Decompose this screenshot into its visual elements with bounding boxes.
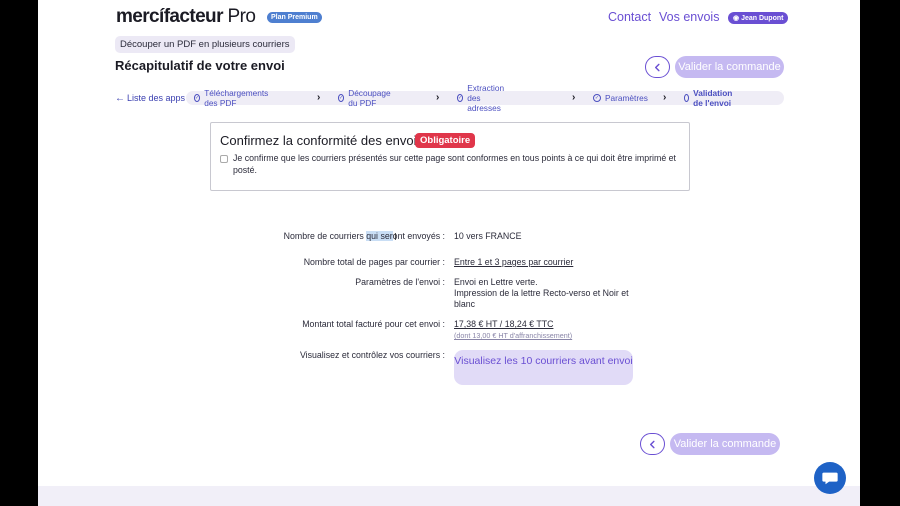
amount-postage-detail: (dont 13,00 € HT d'affranchissement) (454, 331, 573, 340)
footer-band (38, 486, 860, 506)
confirm-checkbox-label[interactable]: Je confirme que les courriers présentés … (233, 153, 683, 176)
step-label: Paramètres (605, 93, 648, 103)
arrow-left-icon: ← (115, 92, 125, 104)
text-cursor-icon: I (394, 232, 397, 243)
params-line-2: Impression de la lettre Recto-verso et N… (454, 288, 629, 309)
preview-letters-button[interactable]: Visualisez les 10 courriers avant envoi (454, 350, 633, 385)
step-validation[interactable]: Validation de l'envoi (684, 88, 735, 108)
confirm-panel: Confirmez la conformité des envois Oblig… (210, 122, 690, 191)
required-badge: Obligatoire (415, 133, 476, 148)
confirm-title: Confirmez la conformité des envois (220, 133, 424, 148)
user-menu[interactable]: ◉ Jean Dupont (728, 12, 789, 24)
count-value: 10 vers FRANCE (454, 231, 522, 241)
logo-part-facteur: facteur (163, 6, 224, 27)
step-label: Découpage du PDF (348, 88, 391, 108)
step-navigation: ← Liste des apps ✓ Téléchargements des P… (115, 83, 784, 113)
count-label: Nombre de courriers qui seront envoyés : (283, 231, 445, 241)
step-label: Validation de l'envoi (693, 88, 733, 108)
logo[interactable]: mercífacteur Pro (116, 6, 256, 28)
params-label: Paramètres de l'envoi : (355, 277, 445, 287)
step-label: Téléchargements des PDF (204, 88, 269, 108)
nav-contact[interactable]: Contact (608, 10, 651, 24)
chat-bubble-icon (822, 472, 838, 485)
apps-list-label: Liste des apps (127, 93, 186, 103)
back-button-bottom[interactable] (640, 433, 665, 455)
step-parametres[interactable]: ✓ Paramètres (593, 91, 648, 105)
chat-launcher[interactable] (814, 462, 846, 494)
preview-label: Visualisez et contrôlez vos courriers : (299, 350, 445, 360)
plan-badge: Plan Premium (267, 12, 322, 23)
check-circle-icon: ✓ (457, 94, 464, 102)
back-button-top[interactable] (645, 56, 670, 78)
step-decoupage[interactable]: ✓ Découpage du PDF (338, 88, 392, 108)
confirm-checkbox[interactable] (220, 155, 228, 163)
check-circle-icon: ✓ (593, 94, 601, 102)
check-circle-icon: ✓ (194, 94, 201, 102)
amount-value[interactable]: 17,38 € HT / 18,24 € TTC (454, 319, 553, 330)
step-label: Extraction des adresses (467, 83, 505, 113)
validate-order-button-bottom[interactable]: Valider la commande (670, 433, 780, 455)
params-value: Envoi en Lettre verte. Impression de la … (454, 277, 644, 310)
chevron-left-icon (654, 63, 660, 71)
user-name: Jean Dupont (741, 15, 784, 22)
user-icon: ◉ (733, 15, 740, 22)
logo-part-pro: Pro (227, 6, 256, 27)
chevron-right-icon: › (572, 92, 576, 103)
logo-part-merci: mercí (116, 6, 164, 27)
pages-label: Nombre total de pages par courrier : (303, 257, 445, 267)
step-extraction[interactable]: ✓ Extraction des adresses (457, 83, 506, 113)
check-circle-icon: ✓ (338, 94, 345, 102)
params-line-1: Envoi en Lettre verte. (454, 277, 538, 287)
chevron-left-icon (649, 440, 655, 448)
page-title: Récapitulatif de votre envoi (115, 58, 285, 73)
validate-order-button-top[interactable]: Valider la commande (675, 56, 784, 78)
step-telechargements[interactable]: ✓ Téléchargements des PDF (194, 88, 270, 108)
apps-list-link[interactable]: ← Liste des apps (115, 93, 185, 104)
nav-vos-envois[interactable]: Vos envois (659, 10, 719, 24)
app-name-pill: Découper un PDF en plusieurs courriers (115, 36, 295, 53)
chevron-right-icon: › (663, 92, 667, 103)
amount-label: Montant total facturé pour cet envoi : (302, 319, 445, 329)
pages-value[interactable]: Entre 1 et 3 pages par courrier (454, 257, 573, 268)
chevron-right-icon: › (436, 92, 440, 103)
empty-circle-icon (684, 94, 690, 102)
app-page: mercífacteur Pro Plan Premium Contact Vo… (38, 0, 860, 506)
chevron-right-icon: › (317, 92, 321, 103)
